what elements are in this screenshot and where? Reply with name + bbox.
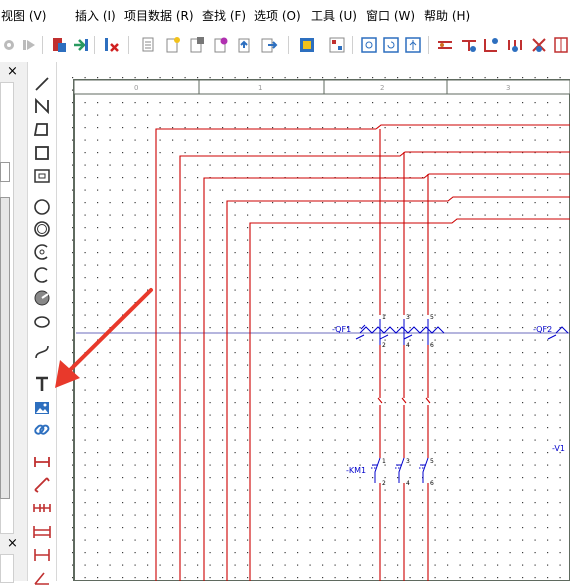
- toolbar-separator: [352, 36, 353, 54]
- dimension-aligned-tool-icon[interactable]: [32, 475, 52, 495]
- page-search-icon[interactable]: [212, 36, 230, 54]
- menu-window[interactable]: 窗口 (W): [366, 7, 415, 24]
- menu-options[interactable]: 选项 (O): [254, 7, 301, 24]
- toolbar-separator: [288, 36, 289, 54]
- km1-pin: 6: [430, 480, 434, 487]
- connection-icon[interactable]: [436, 36, 454, 54]
- dimension-increment-tool-icon[interactable]: [32, 544, 52, 564]
- page-icon[interactable]: [140, 36, 158, 54]
- dimension-chain-tool-icon[interactable]: [32, 498, 52, 518]
- report-icon[interactable]: [328, 36, 346, 54]
- menu-view[interactable]: 视图 (V): [1, 7, 46, 24]
- interruption-icon[interactable]: [506, 36, 524, 54]
- ruler-label: 3: [506, 84, 510, 92]
- settings-icon[interactable]: [0, 36, 18, 54]
- km1-pin: 5: [430, 458, 434, 465]
- arc-tool-icon[interactable]: [32, 242, 52, 262]
- qf1-pin: 4: [406, 342, 410, 349]
- rectangle-tool-icon[interactable]: [32, 143, 52, 163]
- page-properties-icon[interactable]: [188, 36, 206, 54]
- open-project-icon[interactable]: [50, 36, 68, 54]
- qf1-pin: 2: [382, 342, 386, 349]
- menu-help[interactable]: 帮助 (H): [424, 7, 470, 24]
- line-tool-icon[interactable]: [32, 74, 52, 94]
- km1-pin: 4: [406, 480, 410, 487]
- text-tool-icon[interactable]: [32, 374, 52, 394]
- left-panel-lower-area: [0, 554, 14, 583]
- menu-tools[interactable]: 工具 (U): [311, 7, 357, 24]
- qf1-pin: 5: [430, 314, 434, 321]
- dimension-linear-tool-icon[interactable]: [32, 452, 52, 472]
- toolbar-separator: [428, 36, 429, 54]
- rectangle-center-tool-icon[interactable]: [32, 166, 52, 186]
- qf2-label: -QF2: [533, 325, 552, 334]
- left-panel-close-button-2[interactable]: ×: [7, 536, 18, 551]
- schematic-canvas[interactable]: 0 1 2 3 -QF1 1 3 5 2 4 6 -QF2 -KM1 1 3 5…: [70, 75, 570, 581]
- sector-tool-icon[interactable]: [32, 288, 52, 308]
- left-panel-input[interactable]: [0, 162, 10, 182]
- menu-project-data[interactable]: 项目数据 (R): [124, 7, 194, 24]
- qf1-pin: 3: [406, 314, 410, 321]
- polyline-tool-icon[interactable]: [32, 96, 52, 116]
- toolbar-separator: [42, 36, 43, 54]
- qf1-label: -QF1: [332, 325, 351, 334]
- left-panel-close-button[interactable]: ×: [7, 64, 18, 79]
- symbol-mirror-icon[interactable]: [404, 36, 422, 54]
- km1-label: -KM1: [346, 466, 366, 475]
- ruler-label: 0: [134, 84, 138, 92]
- menu-find[interactable]: 查找 (F): [202, 7, 246, 24]
- hyperlink-tool-icon[interactable]: [32, 420, 52, 440]
- dot-grid: [70, 75, 570, 581]
- graphics-toolbar: [27, 62, 57, 585]
- navigate-icon[interactable]: [72, 36, 90, 54]
- circle-tool-icon[interactable]: [32, 197, 52, 217]
- ruler-label: 1: [258, 84, 262, 92]
- polygon-tool-icon[interactable]: [32, 119, 52, 139]
- page-up-icon[interactable]: [236, 36, 254, 54]
- t-node-icon[interactable]: [460, 36, 478, 54]
- km1-pin: 3: [406, 458, 410, 465]
- forward-icon[interactable]: [20, 36, 38, 54]
- qf1-pin: 6: [430, 342, 434, 349]
- terminal-icon[interactable]: [552, 36, 570, 54]
- symbol-rotate-icon[interactable]: [382, 36, 400, 54]
- insert-image-tool-icon[interactable]: [32, 398, 52, 418]
- close-project-icon[interactable]: [102, 36, 120, 54]
- angle-icon[interactable]: [482, 36, 500, 54]
- new-page-icon[interactable]: [164, 36, 182, 54]
- symbol-icon[interactable]: [360, 36, 378, 54]
- left-dock-panel: × ×: [0, 62, 27, 583]
- page-next-icon[interactable]: [260, 36, 278, 54]
- spline-tool-icon[interactable]: [32, 342, 52, 362]
- dimension-angle-tool-icon[interactable]: [32, 567, 52, 587]
- ellipse-tool-icon[interactable]: [32, 312, 52, 332]
- break-point-icon[interactable]: [530, 36, 548, 54]
- toolbar-separator: [128, 36, 129, 54]
- left-panel-scrollbar[interactable]: [0, 197, 10, 499]
- main-toolbar: [0, 30, 570, 62]
- ruler-label: 2: [380, 84, 384, 92]
- arc-3point-tool-icon[interactable]: [32, 265, 52, 285]
- toolbar-separator: [94, 36, 95, 54]
- graphics-grid-icon[interactable]: [298, 36, 316, 54]
- menu-insert[interactable]: 插入 (I): [75, 7, 116, 24]
- km1-pin: 1: [382, 458, 386, 465]
- menu-bar: 视图 (V) 插入 (I) 项目数据 (R) 查找 (F) 选项 (O) 工具 …: [0, 0, 570, 30]
- km1-pin: 2: [382, 480, 386, 487]
- dimension-baseline-tool-icon[interactable]: [32, 521, 52, 541]
- circle-3point-tool-icon[interactable]: [32, 219, 52, 239]
- column-ruler: [73, 79, 570, 95]
- qf1-pin: 1: [382, 314, 386, 321]
- v1-label: -V1: [552, 444, 565, 453]
